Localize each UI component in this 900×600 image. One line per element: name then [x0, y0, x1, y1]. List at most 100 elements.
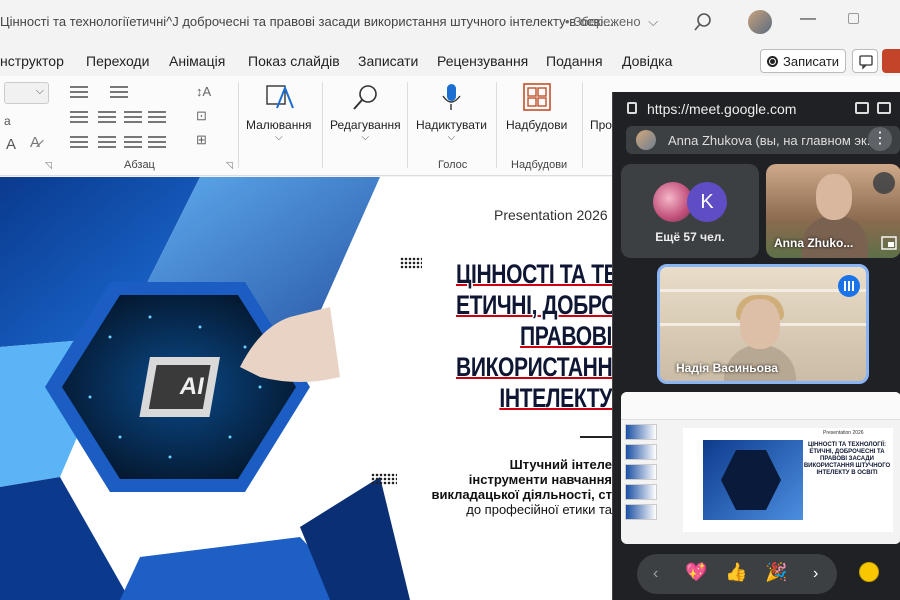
- align-left-icon[interactable]: [70, 136, 88, 148]
- avatar: K: [687, 182, 727, 222]
- record-button[interactable]: Записати: [760, 49, 846, 73]
- video-feed: [660, 289, 866, 292]
- save-status[interactable]: • Збережено ⌵: [565, 14, 662, 30]
- align-text-icon[interactable]: ⊡: [196, 108, 207, 124]
- comments-button[interactable]: [852, 49, 878, 73]
- slide-canvas[interactable]: AI Presentation 2026 ЦІННОСТІ ТА ТЕХ ЕТИ…: [0, 177, 612, 600]
- expand-icon[interactable]: [877, 102, 891, 114]
- participant-name: Anna Zhuko...: [774, 236, 854, 250]
- video-feed: [621, 392, 900, 420]
- text-effects-icon[interactable]: A̷: [30, 134, 40, 151]
- document-title[interactable]: Цінності та технологіїетичні^J доброчесн…: [0, 14, 614, 29]
- more-participants-tile[interactable]: K Ещё 57 чел.: [621, 164, 759, 258]
- lock-icon: [627, 102, 637, 114]
- dialog-launcher-icon[interactable]: ◹: [45, 160, 52, 171]
- tab-constructor[interactable]: нструктор: [0, 53, 64, 69]
- align-center-icon[interactable]: [98, 136, 116, 148]
- minimize-icon[interactable]: —: [800, 10, 816, 28]
- drawing-button[interactable]: Малювання ⌵: [246, 82, 311, 143]
- decrease-indent-icon[interactable]: [70, 111, 88, 123]
- chevron-left-icon[interactable]: ‹: [653, 565, 658, 583]
- numbering-icon[interactable]: [110, 86, 128, 98]
- reaction-bar: ‹ 💖 👍 🎉 ›: [637, 554, 837, 594]
- tab-animation[interactable]: Анімація: [169, 53, 225, 69]
- meet-url: https://meet.google.com: [647, 101, 797, 117]
- dot-grid-decoration: [400, 257, 422, 269]
- share-button[interactable]: [882, 49, 900, 73]
- ai-chip-label: AI: [177, 373, 207, 400]
- participant-name: Надія Васиньова: [676, 361, 778, 375]
- chevron-down-icon: ⌵: [361, 132, 370, 143]
- drawing-icon: [266, 85, 294, 109]
- presentation-year: Presentation 2026: [494, 207, 608, 223]
- more-options-icon[interactable]: ⋮: [868, 127, 892, 151]
- comment-icon: [859, 55, 873, 70]
- addins-button[interactable]: Надбудови: [506, 82, 567, 132]
- avatar: [636, 130, 656, 150]
- chevron-right-icon[interactable]: ›: [813, 565, 818, 583]
- chevron-down-icon: ⌵: [447, 132, 456, 143]
- char-case-icon[interactable]: A: [6, 136, 16, 153]
- tab-record[interactable]: Записати: [358, 53, 418, 69]
- dictate-button[interactable]: Надиктувати ⌵: [416, 82, 487, 143]
- dot-grid-decoration: [371, 473, 397, 485]
- tab-help[interactable]: Довідка: [622, 53, 672, 69]
- speaking-indicator-icon: [838, 275, 860, 297]
- record-icon: [767, 55, 778, 67]
- magnifier-icon: [353, 85, 378, 110]
- ribbon-divider: [238, 82, 239, 168]
- pip-icon[interactable]: [881, 236, 897, 250]
- dialog-launcher-icon[interactable]: ◹: [226, 160, 233, 171]
- paragraph-group-label: Абзац: [124, 159, 155, 171]
- chevron-down-icon: ⌵: [274, 132, 283, 143]
- addins-group-label: Надбудови: [511, 159, 568, 171]
- microphone-icon: [442, 84, 462, 110]
- chevron-down-icon: ⌵: [35, 85, 44, 97]
- video-feed: [740, 299, 780, 349]
- video-feed: [625, 424, 661, 540]
- presenter-name: Anna Zhukova (вы, на главном эк...: [668, 133, 878, 148]
- columns-icon[interactable]: [148, 111, 166, 123]
- camera-icon[interactable]: [855, 102, 869, 114]
- increase-indent-icon[interactable]: [98, 111, 116, 123]
- heart-reaction[interactable]: 💖: [685, 562, 707, 583]
- participant-tile-anna[interactable]: Anna Zhuko...: [766, 164, 900, 258]
- title-bar: Цінності та технологіїетичні^J доброчесн…: [0, 0, 900, 44]
- ribbon-divider: [407, 82, 408, 168]
- justify-icon[interactable]: [148, 136, 166, 148]
- ribbon-divider: [582, 82, 583, 168]
- addins-grid-icon: [522, 83, 551, 111]
- dot-separator-icon: •: [565, 14, 570, 29]
- align-right-icon[interactable]: [124, 136, 142, 148]
- screen-share-tile[interactable]: Presentation 2026 ЦІННОСТІ ТА ТЕХНОЛОГІЇ…: [621, 392, 900, 544]
- more-participants-label: Ещё 57 чел.: [655, 230, 725, 244]
- ribbon-divider: [496, 82, 497, 168]
- tab-transitions[interactable]: Переходи: [86, 53, 149, 69]
- search-icon[interactable]: [692, 11, 714, 33]
- tab-slideshow[interactable]: Показ слайдів: [248, 53, 340, 69]
- smartart-icon[interactable]: ⊞: [196, 132, 207, 148]
- slide-title: ЦІННОСТІ ТА ТЕХ ЕТИЧНІ, ДОБРО ПРАВОВІ ВИ…: [456, 259, 612, 413]
- font-size-dropdown[interactable]: ⌵: [4, 82, 49, 104]
- tab-review[interactable]: Рецензування: [437, 53, 528, 69]
- bullets-icon[interactable]: [70, 86, 88, 98]
- text-direction-icon[interactable]: ↕A: [196, 84, 211, 99]
- restore-icon[interactable]: [848, 13, 859, 24]
- emoji-tone-icon[interactable]: [859, 562, 879, 582]
- presenter-banner[interactable]: Anna Zhukova (вы, на главном эк... ⋮: [626, 126, 900, 154]
- mic-off-icon: [873, 172, 895, 194]
- voice-group-label: Голос: [438, 159, 468, 171]
- editing-button[interactable]: Редагування ⌵: [330, 82, 401, 143]
- meet-popup-window[interactable]: https://meet.google.com Anna Zhukova (вы…: [612, 92, 900, 600]
- line-spacing-icon[interactable]: [124, 111, 142, 123]
- video-feed: [816, 174, 852, 220]
- thumbs-up-reaction[interactable]: 👍: [725, 562, 747, 583]
- participant-tile-nadia[interactable]: Надія Васиньова: [657, 264, 869, 384]
- shadow-icon[interactable]: a: [4, 114, 11, 128]
- slide-subtitle: Штучний інтеле інструменти навчання викл…: [431, 457, 613, 517]
- party-reaction[interactable]: 🎉: [765, 562, 787, 583]
- tab-view[interactable]: Подання: [546, 53, 603, 69]
- truncated-button-label[interactable]: Про: [590, 118, 612, 132]
- ribbon-divider: [322, 82, 323, 168]
- account-avatar[interactable]: [748, 10, 772, 34]
